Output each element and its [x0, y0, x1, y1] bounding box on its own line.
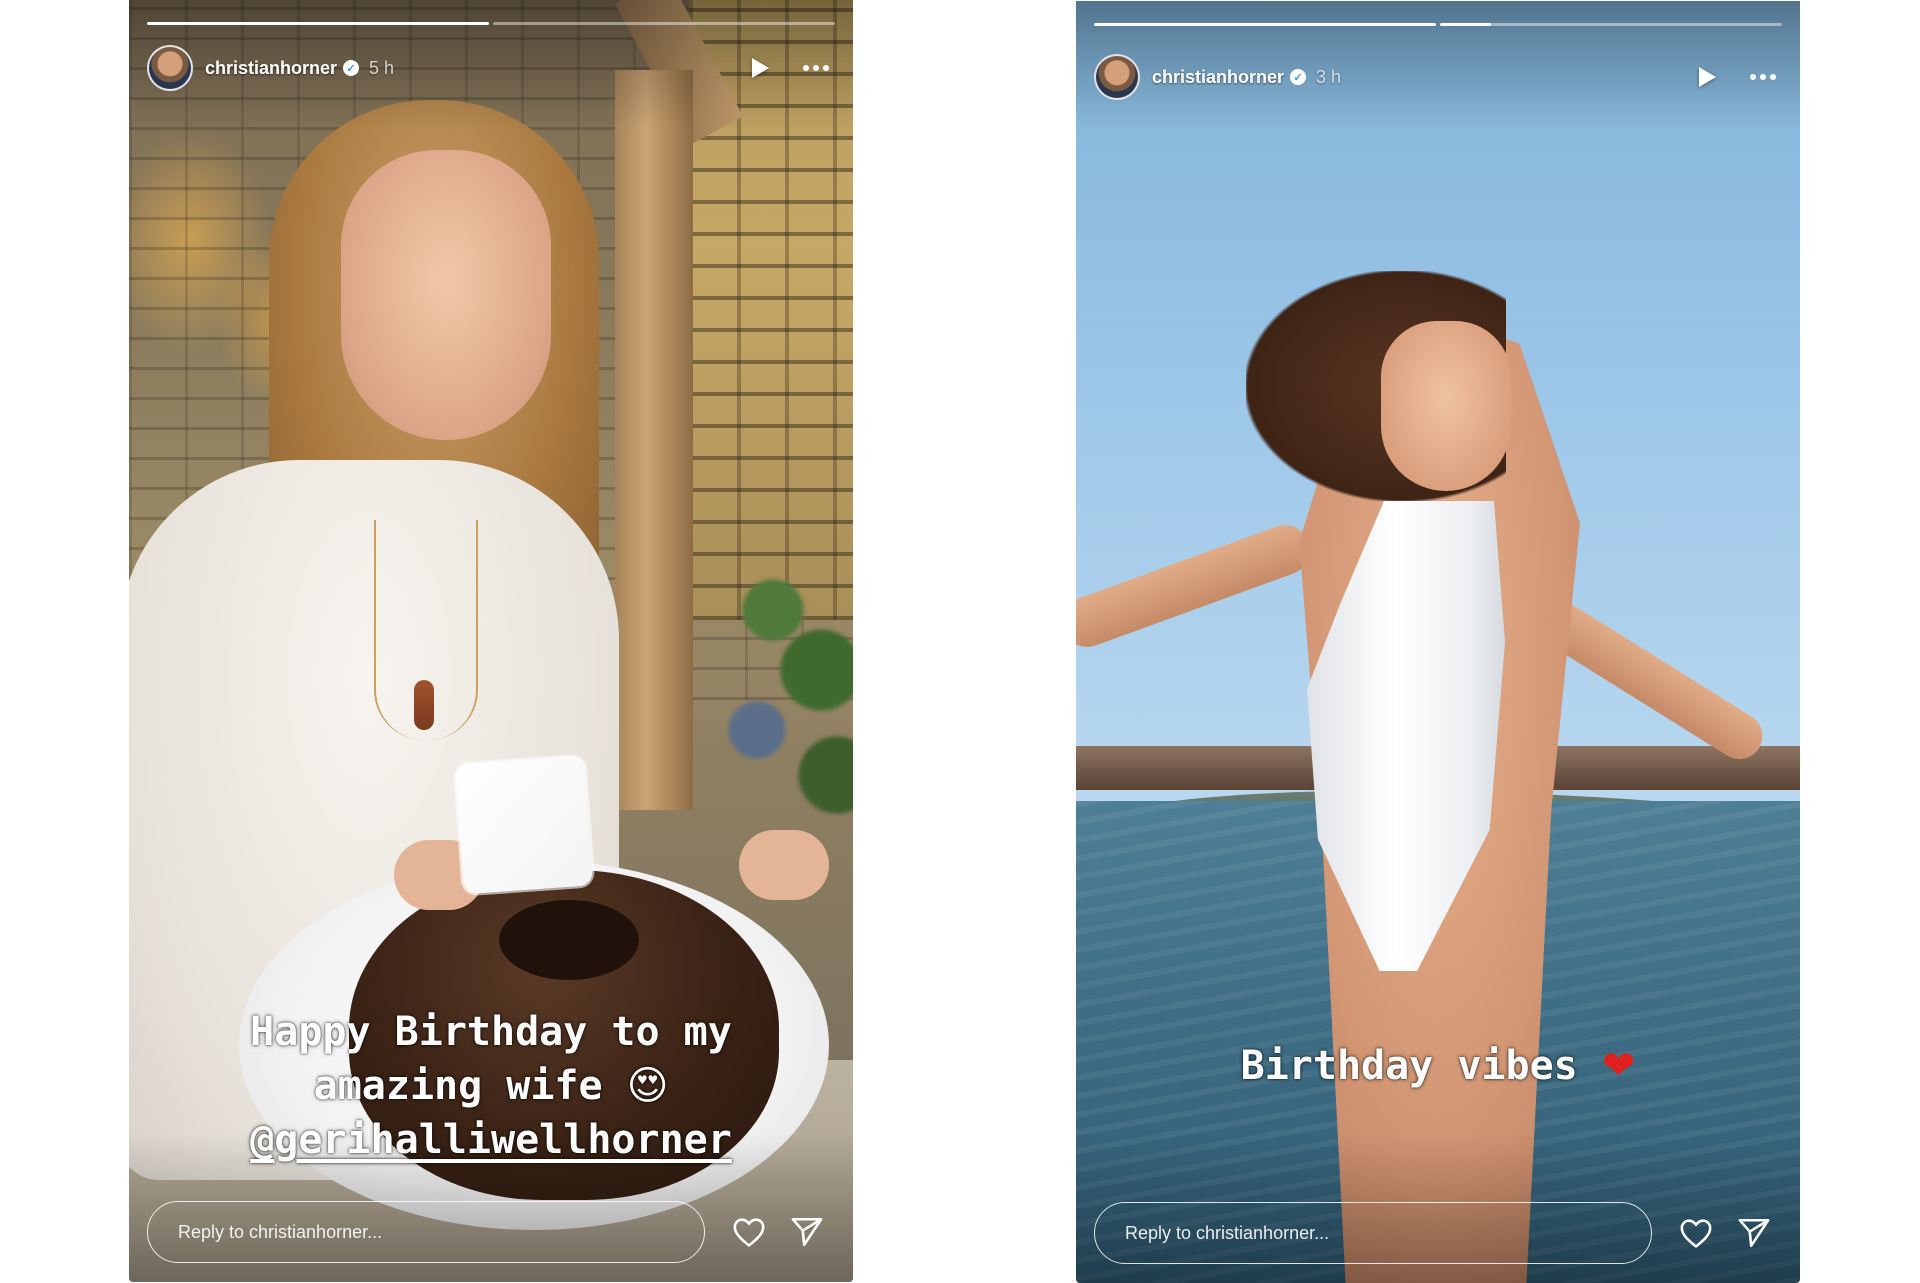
heart-eyes-emoji: 😍: [626, 1063, 669, 1109]
more-options-icon[interactable]: [1750, 74, 1776, 80]
progress-fill: [1440, 23, 1492, 26]
red-heart-emoji: ❤: [1601, 1043, 1636, 1089]
send-icon[interactable]: [789, 1214, 825, 1250]
caption-line-2: amazing wife 😍: [129, 1059, 853, 1113]
reply-input[interactable]: [1094, 1202, 1652, 1264]
story-card-right[interactable]: christianhorner ✓ 3 h Birthday vibes ❤: [1076, 1, 1800, 1283]
birthday-candle: [454, 755, 594, 895]
caption-text: Birthday vibes: [1240, 1043, 1578, 1089]
avatar[interactable]: [147, 45, 193, 91]
story-footer: [147, 1200, 825, 1264]
story-card-left[interactable]: christianhorner ✓ 5 h Happy Birthday to …: [129, 0, 853, 1282]
caption-line-2-text: amazing wife: [313, 1063, 603, 1109]
progress-segment: [1440, 23, 1782, 26]
send-icon[interactable]: [1736, 1215, 1772, 1251]
story-caption: Happy Birthday to my amazing wife 😍 @ger…: [129, 1005, 853, 1167]
hand-right: [739, 830, 829, 900]
reply-input[interactable]: [147, 1201, 705, 1263]
verified-badge-icon: ✓: [1290, 69, 1307, 85]
woman-face: [1381, 321, 1511, 491]
progress-segment: [493, 22, 835, 25]
heart-icon[interactable]: [1678, 1215, 1714, 1251]
story-caption: Birthday vibes ❤: [1076, 1039, 1800, 1093]
progress-segment: [147, 22, 489, 25]
play-icon[interactable]: [752, 58, 769, 78]
play-icon[interactable]: [1699, 67, 1716, 87]
story-header: christianhorner ✓ 3 h: [1094, 53, 1776, 101]
story-footer: [1094, 1201, 1772, 1265]
wood-beam: [615, 70, 693, 810]
progress-fill: [147, 22, 489, 25]
progress-fill: [1094, 23, 1436, 26]
person-face: [341, 150, 551, 440]
story-header: christianhorner ✓ 5 h: [147, 44, 829, 92]
progress-segment: [1094, 23, 1436, 26]
story-progress-bar: [1094, 23, 1782, 26]
more-options-icon[interactable]: [803, 65, 829, 71]
post-time: 3 h: [1316, 66, 1342, 87]
verified-badge-icon: ✓: [343, 60, 360, 76]
caption-line-1: Happy Birthday to my: [250, 1009, 732, 1055]
story-progress-bar: [147, 22, 835, 25]
post-time: 5 h: [369, 57, 395, 78]
pendant: [414, 680, 434, 730]
username[interactable]: christianhorner: [1152, 67, 1284, 88]
heart-icon[interactable]: [731, 1214, 767, 1250]
mention-link[interactable]: @gerihalliwellhorner: [129, 1113, 853, 1167]
avatar[interactable]: [1094, 54, 1140, 100]
username[interactable]: christianhorner: [205, 58, 337, 79]
plants: [709, 520, 853, 820]
cake-center: [499, 900, 639, 980]
arm-left: [1076, 518, 1317, 654]
